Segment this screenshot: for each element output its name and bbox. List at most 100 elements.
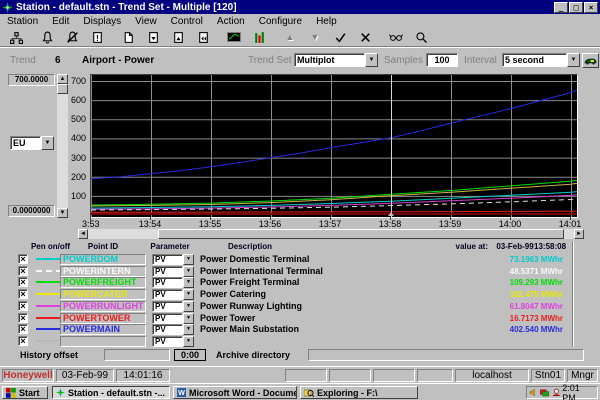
- pen-onoff-checkbox[interactable]: ×: [18, 324, 28, 334]
- chevron-down-icon[interactable]: ▼: [41, 136, 54, 150]
- chevron-down-icon[interactable]: ▼: [183, 277, 194, 288]
- y-tick-label: 500: [66, 114, 86, 124]
- alarm-silence-button[interactable]: [60, 29, 84, 45]
- taskbar: Start Station - default.stn -... W Micro…: [0, 383, 600, 400]
- menu-item-help[interactable]: Help: [309, 15, 344, 28]
- history-offset-time: 0:00: [174, 349, 206, 361]
- find-button[interactable]: [409, 29, 433, 45]
- chevron-down-icon[interactable]: ▼: [183, 289, 194, 300]
- pen-point-id-field[interactable]: POWERMAIN: [60, 324, 146, 335]
- chevron-down-icon[interactable]: ▼: [183, 336, 194, 347]
- pen-point-id-field[interactable]: [60, 336, 146, 347]
- description-header: Description: [200, 242, 300, 251]
- scroll-left-icon[interactable]: ◄: [78, 229, 88, 239]
- taskbar-task-explorer[interactable]: Exploring - F:\: [300, 386, 418, 399]
- pen-line-sample-icon: [36, 340, 62, 342]
- station-app-icon: [2, 2, 13, 13]
- chevron-down-icon[interactable]: ▼: [567, 53, 580, 67]
- chevron-down-icon[interactable]: ▼: [183, 301, 194, 312]
- taskbar-task-word[interactable]: W Microsoft Word - Document5: [173, 386, 297, 399]
- page-down-button[interactable]: [141, 29, 165, 45]
- eu-dropdown[interactable]: EU ▼: [10, 136, 54, 150]
- pen-onoff-checkbox[interactable]: ×: [18, 289, 28, 299]
- history-offset-field[interactable]: [104, 349, 170, 361]
- pen-point-id-field[interactable]: POWERDOM: [60, 254, 146, 265]
- menu-item-station[interactable]: Station: [0, 15, 45, 28]
- restore-button[interactable]: □: [569, 2, 583, 13]
- lower-button[interactable]: ▼: [303, 29, 327, 45]
- operator-glasses-icon: [389, 31, 403, 43]
- trend-tool-button[interactable]: [582, 53, 599, 68]
- archive-directory-field[interactable]: [308, 349, 584, 361]
- trend-title: Airport - Power: [82, 55, 154, 66]
- cancel-button[interactable]: [353, 29, 377, 45]
- operator-glasses-button[interactable]: [384, 29, 408, 45]
- menu-item-control[interactable]: Control: [164, 15, 210, 28]
- page-back-button[interactable]: [191, 29, 215, 45]
- pen-point-id-field[interactable]: POWERFREIGHT: [60, 277, 146, 288]
- pen-point-id-field[interactable]: POWERRUNLIGHT: [60, 301, 146, 312]
- start-button[interactable]: Start: [2, 386, 48, 399]
- chevron-down-icon[interactable]: ▼: [365, 53, 378, 67]
- pen-onoff-checkbox[interactable]: ×: [18, 336, 28, 346]
- pen-parameter-dropdown[interactable]: PV ▼: [152, 336, 194, 347]
- menu-item-displays[interactable]: Displays: [76, 15, 128, 28]
- pen-description: Power Catering: [200, 289, 435, 300]
- speaker-icon[interactable]: [529, 388, 538, 397]
- pen-parameter-dropdown[interactable]: PV ▼: [152, 277, 194, 288]
- menu-item-action[interactable]: Action: [210, 15, 252, 28]
- pen-parameter-dropdown[interactable]: PV ▼: [152, 324, 194, 335]
- pen-parameter-dropdown[interactable]: PV ▼: [152, 313, 194, 324]
- message-page-button[interactable]: !: [85, 29, 109, 45]
- trend-set-dropdown[interactable]: Multiplot ▼: [294, 53, 378, 67]
- blank-page-button[interactable]: [116, 29, 140, 45]
- pen-onoff-checkbox[interactable]: ×: [18, 301, 28, 311]
- chevron-down-icon[interactable]: ▼: [183, 254, 194, 265]
- chevron-down-icon[interactable]: ▼: [183, 313, 194, 324]
- pen-onoff-checkbox[interactable]: ×: [18, 313, 28, 323]
- minimize-button[interactable]: _: [554, 2, 568, 13]
- pen-parameter-dropdown[interactable]: PV ▼: [152, 289, 194, 300]
- pen-onoff-checkbox[interactable]: ×: [18, 277, 28, 287]
- menu-item-configure[interactable]: Configure: [252, 15, 309, 28]
- cards-icon[interactable]: [540, 388, 550, 397]
- trend-chart[interactable]: [91, 75, 577, 217]
- history-offset-label: History offset: [20, 350, 78, 360]
- pen-point-id-field[interactable]: POWERINTERN: [60, 266, 146, 277]
- menu-item-edit[interactable]: Edit: [45, 15, 76, 28]
- page-up-button[interactable]: [166, 29, 190, 45]
- agent-icon[interactable]: [552, 388, 561, 397]
- pen-description: Power Runway Lighting: [200, 301, 435, 312]
- interval-dropdown[interactable]: 5 second ▼: [502, 53, 580, 67]
- pen-point-id-field[interactable]: POWERCATER: [60, 289, 146, 300]
- menu-item-view[interactable]: View: [128, 15, 164, 28]
- trend-plot[interactable]: [90, 74, 578, 218]
- raise-button[interactable]: ▲: [278, 29, 302, 45]
- trend-header: Trend 6 Airport - Power Trend Set Multip…: [0, 52, 600, 70]
- pen-point-id-field[interactable]: POWERTOWER: [60, 313, 146, 324]
- accept-button[interactable]: [328, 29, 352, 45]
- trend-line-powertower: [91, 211, 577, 212]
- chevron-down-icon[interactable]: ▼: [183, 266, 194, 277]
- pen-value: 402.540 MWhr: [440, 324, 563, 335]
- range-low-field[interactable]: 0.0000000: [8, 205, 55, 217]
- trend-display-button[interactable]: [222, 29, 246, 45]
- pen-description: Power Tower: [200, 313, 435, 324]
- station-network-button[interactable]: [4, 29, 28, 45]
- group-display-button[interactable]: [247, 29, 271, 45]
- horizontal-scrollbar[interactable]: ◄ ►: [78, 229, 584, 239]
- close-button[interactable]: ×: [584, 2, 598, 13]
- pen-parameter-dropdown[interactable]: PV ▼: [152, 301, 194, 312]
- pen-parameter-dropdown[interactable]: PV ▼: [152, 254, 194, 265]
- samples-input[interactable]: 100: [426, 53, 458, 67]
- scroll-right-icon[interactable]: ►: [574, 229, 584, 239]
- scroll-down-icon[interactable]: ▼: [57, 208, 68, 218]
- pen-onoff-checkbox[interactable]: ×: [18, 266, 28, 276]
- pen-parameter-dropdown[interactable]: PV ▼: [152, 266, 194, 277]
- horizontal-scroll-thumb[interactable]: [158, 229, 564, 239]
- chevron-down-icon[interactable]: ▼: [183, 324, 194, 335]
- range-high-field[interactable]: 700.0000: [8, 74, 55, 86]
- alarm-bell-button[interactable]: [35, 29, 59, 45]
- taskbar-task-station[interactable]: Station - default.stn -...: [52, 386, 170, 399]
- pen-onoff-checkbox[interactable]: ×: [18, 254, 28, 264]
